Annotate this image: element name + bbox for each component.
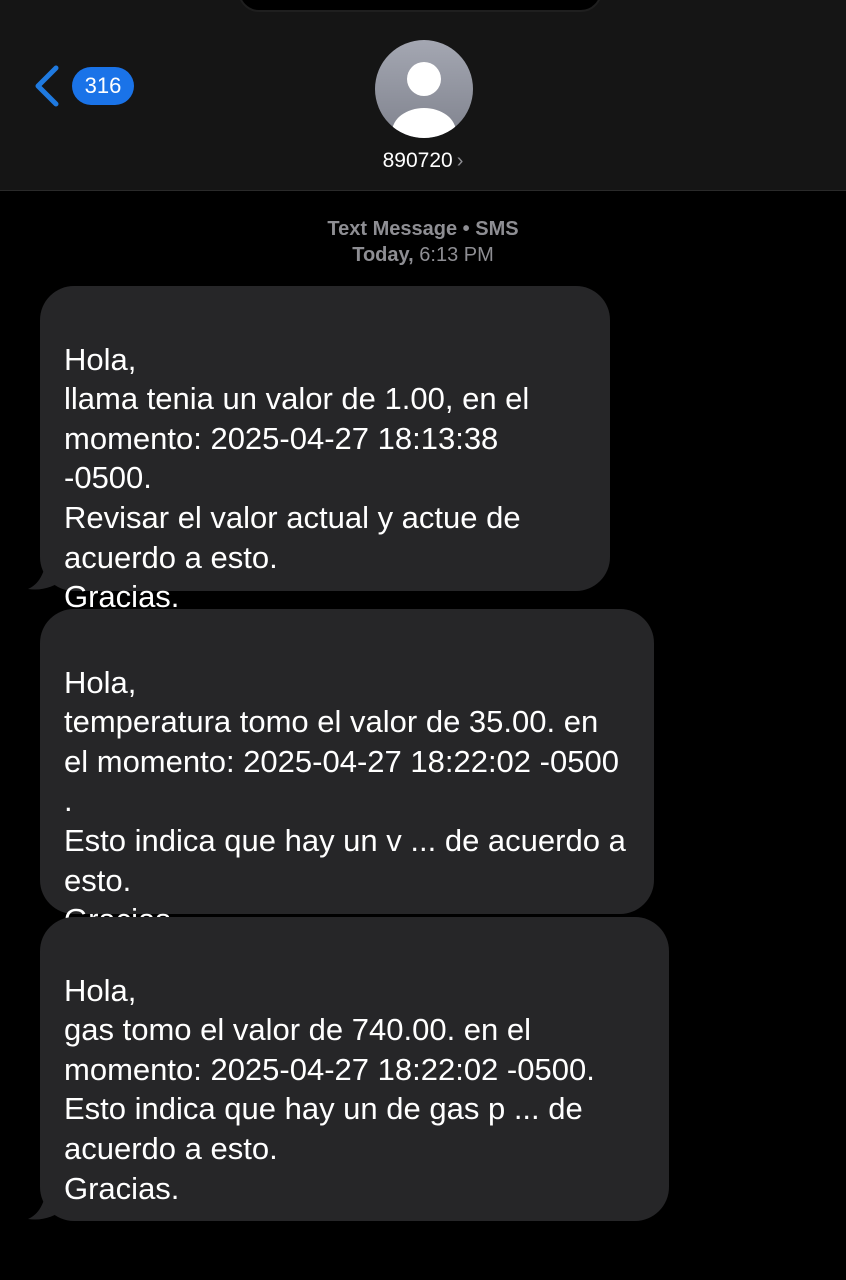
chevron-right-icon: › [456, 150, 464, 172]
person-silhouette-icon [392, 62, 456, 138]
time-label: 6:13 PM [419, 244, 494, 266]
service-label: Text Message • SMS [327, 218, 519, 240]
back-button[interactable]: 316 [30, 60, 134, 112]
message-text: Hola, gas tomo el valor de 740.00. en el… [64, 972, 595, 1206]
contact-name[interactable]: 890720 [383, 149, 453, 172]
conversation-header: 316 890720 › [0, 0, 846, 191]
contact-name-button[interactable]: 890720 › [0, 146, 846, 176]
day-label: Today, [352, 244, 414, 266]
message-text: Hola, temperatura tomo el valor de 35.00… [64, 664, 626, 938]
message-bubble[interactable]: Hola, llama tenia un valor de 1.00, en e… [40, 286, 610, 614]
dynamic-island [238, 0, 602, 12]
message-text: Hola, llama tenia un valor de 1.00, en e… [64, 341, 530, 615]
unread-count-badge[interactable]: 316 [72, 67, 134, 105]
message-bubble[interactable]: Hola, temperatura tomo el valor de 35.00… [40, 609, 654, 937]
contact-avatar[interactable] [375, 40, 473, 138]
conversation-meta: Text Message • SMS Today, 6:13 PM [0, 216, 846, 268]
message-bubble[interactable]: Hola, gas tomo el valor de 740.00. en el… [40, 917, 669, 1221]
chevron-left-icon[interactable] [30, 62, 66, 110]
